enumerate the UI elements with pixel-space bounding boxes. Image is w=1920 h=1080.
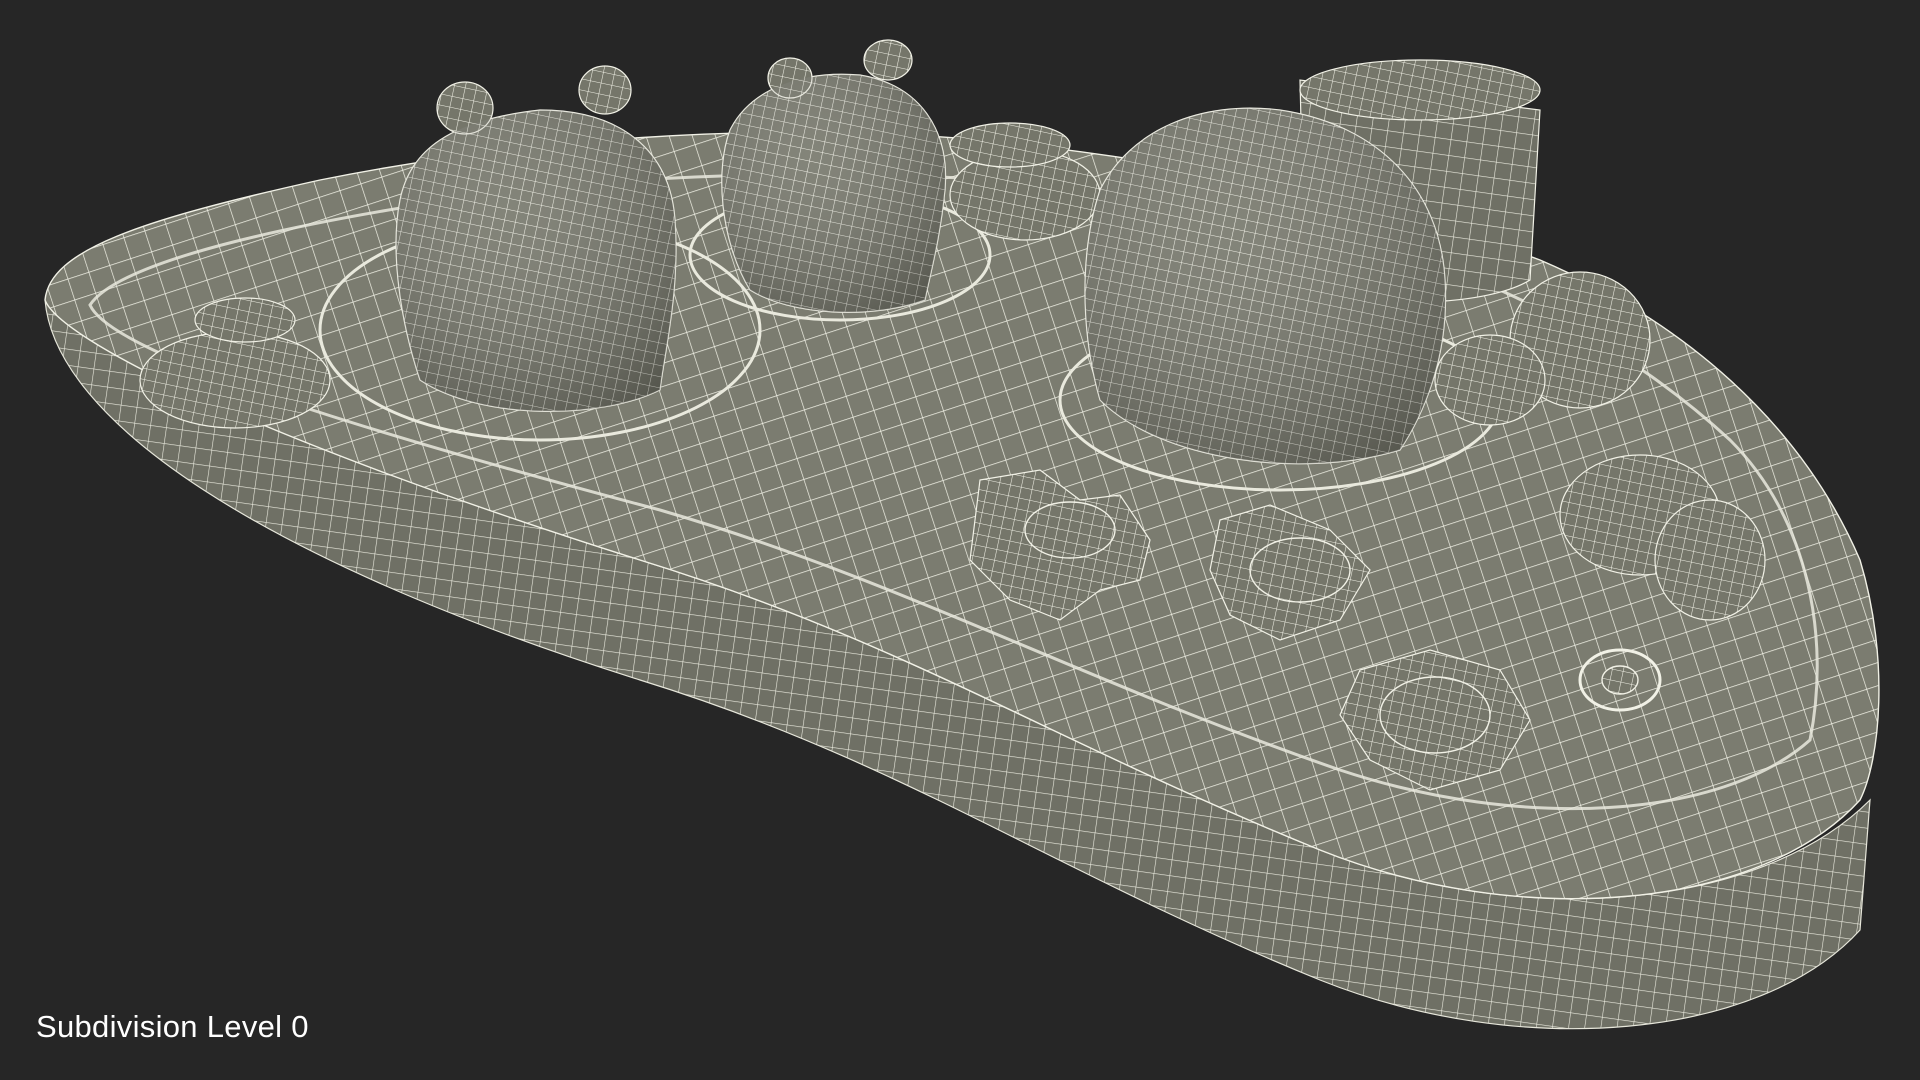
subdivision-level-caption: Subdivision Level 0: [36, 1009, 309, 1044]
stone-middle-2: [949, 122, 1071, 168]
rock-right-4: [1654, 499, 1766, 621]
rock-right-2: [1434, 334, 1546, 426]
bear-figure-middle: [721, 39, 947, 313]
render-viewport: Subdivision Level 0: [0, 0, 1920, 1080]
rock-left-2: [194, 297, 296, 343]
small-ring-inner: [1601, 665, 1639, 695]
bear-figure-right: [1084, 107, 1447, 465]
bear-figure-left: [395, 65, 677, 412]
wireframe-render: [44, 39, 1880, 1030]
rock-left-1: [139, 331, 331, 429]
flower-center-2: [1249, 537, 1351, 603]
flower-center-1: [1024, 501, 1116, 559]
flower-center-3: [1379, 676, 1491, 754]
